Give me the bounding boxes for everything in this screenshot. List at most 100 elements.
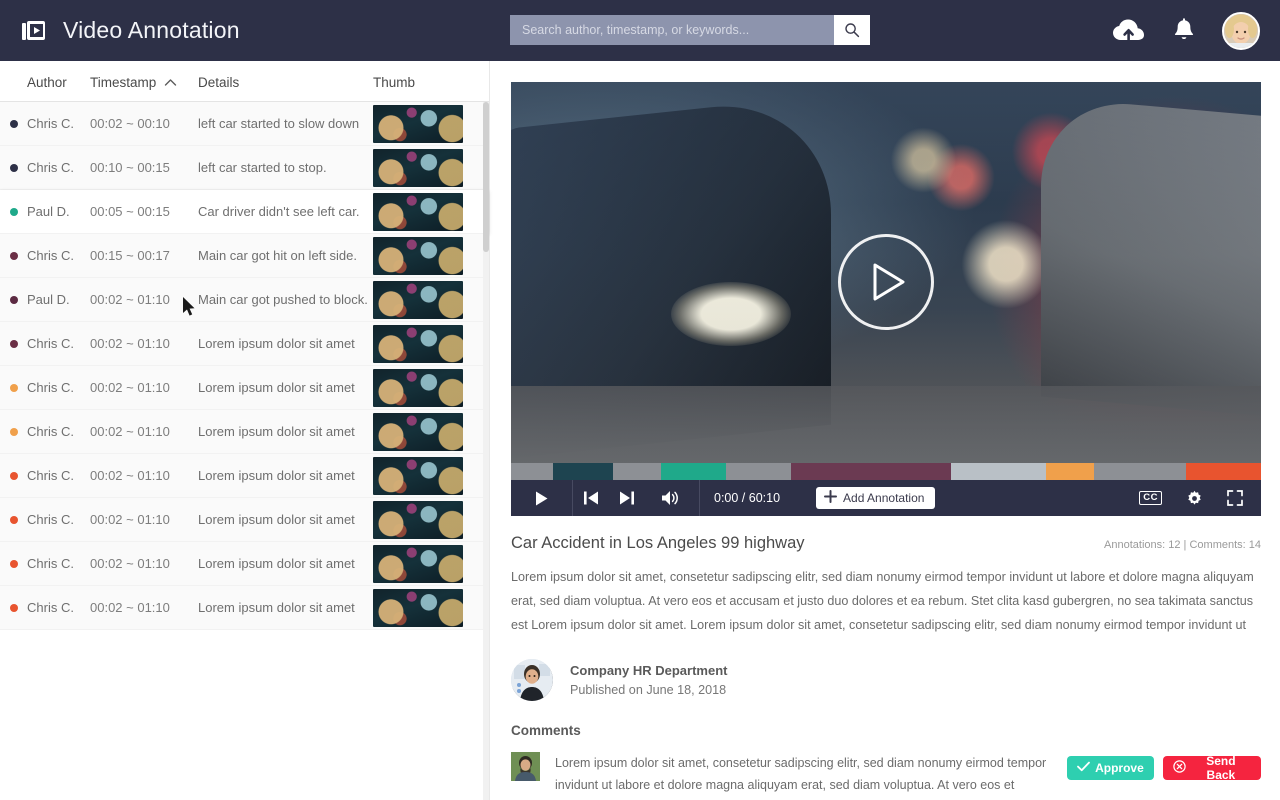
timeline-segment[interactable] [511, 463, 553, 480]
column-header-thumb[interactable]: Thumb [373, 75, 489, 90]
thumbnail-image[interactable] [373, 544, 463, 583]
next-icon[interactable] [609, 480, 645, 516]
row-thumb-cell [373, 544, 489, 583]
add-annotation-label: Add Annotation [843, 491, 925, 505]
timeline-segment[interactable] [661, 463, 726, 480]
annotation-list-header: Author Timestamp Details Thumb [0, 61, 489, 102]
avatar[interactable] [1222, 11, 1260, 50]
video-timeline[interactable] [511, 463, 1261, 480]
list-scrollbar-thumb[interactable] [483, 102, 489, 252]
search-input[interactable] [510, 15, 834, 45]
comment-item: Lorem ipsum dolor sit amet, consetetur s… [511, 752, 1261, 800]
brand: Video Annotation [0, 16, 240, 46]
row-thumb-cell [373, 368, 489, 407]
thumbnail-image[interactable] [373, 148, 463, 187]
annotation-comment-counts: Annotations: 12 | Comments: 14 [1104, 539, 1261, 551]
thumbnail-image[interactable] [373, 412, 463, 451]
volume-icon[interactable] [651, 480, 691, 516]
add-annotation-button[interactable]: Add Annotation [816, 487, 936, 509]
status-dot-cell [0, 383, 27, 392]
row-thumb-cell [373, 148, 489, 187]
row-timestamp: 00:02 ~ 01:10 [90, 556, 170, 571]
table-row[interactable]: Chris C. 00:02 ~ 01:10 Lorem ipsum dolor s… [0, 454, 489, 498]
fullscreen-icon[interactable] [1217, 480, 1253, 516]
thumbnail-image[interactable] [373, 368, 463, 407]
row-author: Paul D. [27, 204, 70, 219]
search-icon [845, 23, 860, 38]
row-timestamp: 00:02 ~ 01:10 [90, 380, 170, 395]
thumbnail-image[interactable] [373, 324, 463, 363]
thumbnail-image[interactable] [373, 104, 463, 143]
thumbnail-image[interactable] [373, 280, 463, 319]
column-header-details[interactable]: Details [198, 75, 373, 90]
header-actions [1112, 0, 1260, 61]
table-row[interactable]: Paul D. 00:02 ~ 01:10 Main car got pushed … [0, 278, 489, 322]
status-dot-cell [0, 295, 27, 304]
circle-x-icon [1173, 760, 1186, 776]
table-row[interactable]: Chris C. 00:02 ~ 01:10 Lorem ipsum dolor s… [0, 498, 489, 542]
timeline-segment[interactable] [1186, 463, 1261, 480]
timeline-segment[interactable] [951, 463, 1046, 480]
table-row[interactable]: Chris C. 00:02 ~ 01:10 Lorem ipsum dolor s… [0, 366, 489, 410]
comment-text: Lorem ipsum dolor sit amet, consetetur s… [555, 756, 1047, 792]
status-dot-cell [0, 559, 27, 568]
play-icon[interactable] [525, 480, 558, 516]
send-back-button[interactable]: Send Back [1162, 754, 1261, 782]
row-details: Lorem ipsum dolor sit amet [198, 380, 355, 395]
table-row[interactable]: Chris C. 00:02 ~ 01:10 Lorem ipsum dolor s… [0, 586, 489, 630]
table-row[interactable]: Chris C. 00:02 ~ 01:10 Lorem ipsum dolor s… [0, 410, 489, 454]
table-row[interactable]: Chris C. 00:02 ~ 01:10 Lorem ipsum dolor s… [0, 542, 489, 586]
thumbnail-image[interactable] [373, 500, 463, 539]
row-author: Chris C. [27, 380, 74, 395]
row-thumb-cell [373, 324, 489, 363]
row-details: Lorem ipsum dolor sit amet [198, 512, 355, 527]
row-author: Chris C. [27, 336, 74, 351]
thumbnail-image[interactable] [373, 192, 463, 231]
approve-button[interactable]: Approve [1067, 756, 1154, 780]
row-details: Lorem ipsum dolor sit amet [198, 556, 355, 571]
table-row[interactable]: Chris C. 00:02 ~ 00:10 left car started to… [0, 102, 489, 146]
row-thumb-cell [373, 500, 489, 539]
status-badge [9, 339, 18, 348]
row-thumb-cell [373, 192, 489, 231]
cc-icon[interactable]: CC [1129, 480, 1172, 516]
video-detail-pane: 0:00 / 60:10 Add Annotation CC Car Accid… [490, 61, 1280, 800]
thumbnail-image[interactable] [373, 588, 463, 627]
video-player[interactable]: 0:00 / 60:10 Add Annotation CC [511, 82, 1261, 516]
timeline-segment[interactable] [1094, 463, 1186, 480]
annotation-rows: Chris C. 00:02 ~ 00:10 left car started to… [0, 102, 489, 630]
previous-icon[interactable] [572, 480, 609, 516]
player-controls-right: CC [1129, 480, 1253, 516]
app-header: Video Annotation [0, 0, 1280, 61]
column-header-author[interactable]: Author [0, 75, 90, 90]
settings-gear-icon[interactable] [1176, 480, 1213, 516]
row-timestamp: 00:10 ~ 00:15 [90, 160, 170, 175]
list-scrollbar[interactable] [483, 102, 489, 800]
main-body: Author Timestamp Details Thumb Chris C. 0… [0, 61, 1280, 800]
timeline-segment[interactable] [791, 463, 951, 480]
table-row[interactable]: Paul D. 00:05 ~ 00:15 Car driver didn't se… [0, 190, 489, 234]
timeline-segment[interactable] [553, 463, 613, 480]
timeline-segment[interactable] [1046, 463, 1094, 480]
thumbnail-image[interactable] [373, 456, 463, 495]
publish-date: Published on June 18, 2018 [570, 683, 727, 697]
table-row[interactable]: Chris C. 00:15 ~ 00:17 Main car got hit on… [0, 234, 489, 278]
thumbnail-image[interactable] [373, 236, 463, 275]
cloud-upload-icon[interactable] [1112, 18, 1146, 44]
bell-icon[interactable] [1173, 18, 1195, 43]
timeline-segment[interactable] [726, 463, 791, 480]
row-details: Lorem ipsum dolor sit amet [198, 336, 355, 351]
status-badge [9, 207, 18, 216]
table-row[interactable]: Chris C. 00:02 ~ 01:10 Lorem ipsum dolor s… [0, 322, 489, 366]
row-timestamp: 00:02 ~ 01:10 [90, 424, 170, 439]
player-controls: 0:00 / 60:10 Add Annotation CC [511, 480, 1261, 516]
timeline-segment[interactable] [613, 463, 661, 480]
play-circle-icon[interactable] [838, 233, 934, 330]
row-details: Main car got hit on left side. [198, 248, 357, 263]
time-display: 0:00 / 60:10 [699, 480, 794, 516]
table-row[interactable]: Chris C. 00:10 ~ 00:15 left car started to… [0, 146, 489, 190]
column-header-timestamp[interactable]: Timestamp [90, 75, 198, 90]
row-details: Lorem ipsum dolor sit amet [198, 600, 355, 615]
search-button[interactable] [834, 15, 870, 45]
row-thumb-cell [373, 236, 489, 275]
